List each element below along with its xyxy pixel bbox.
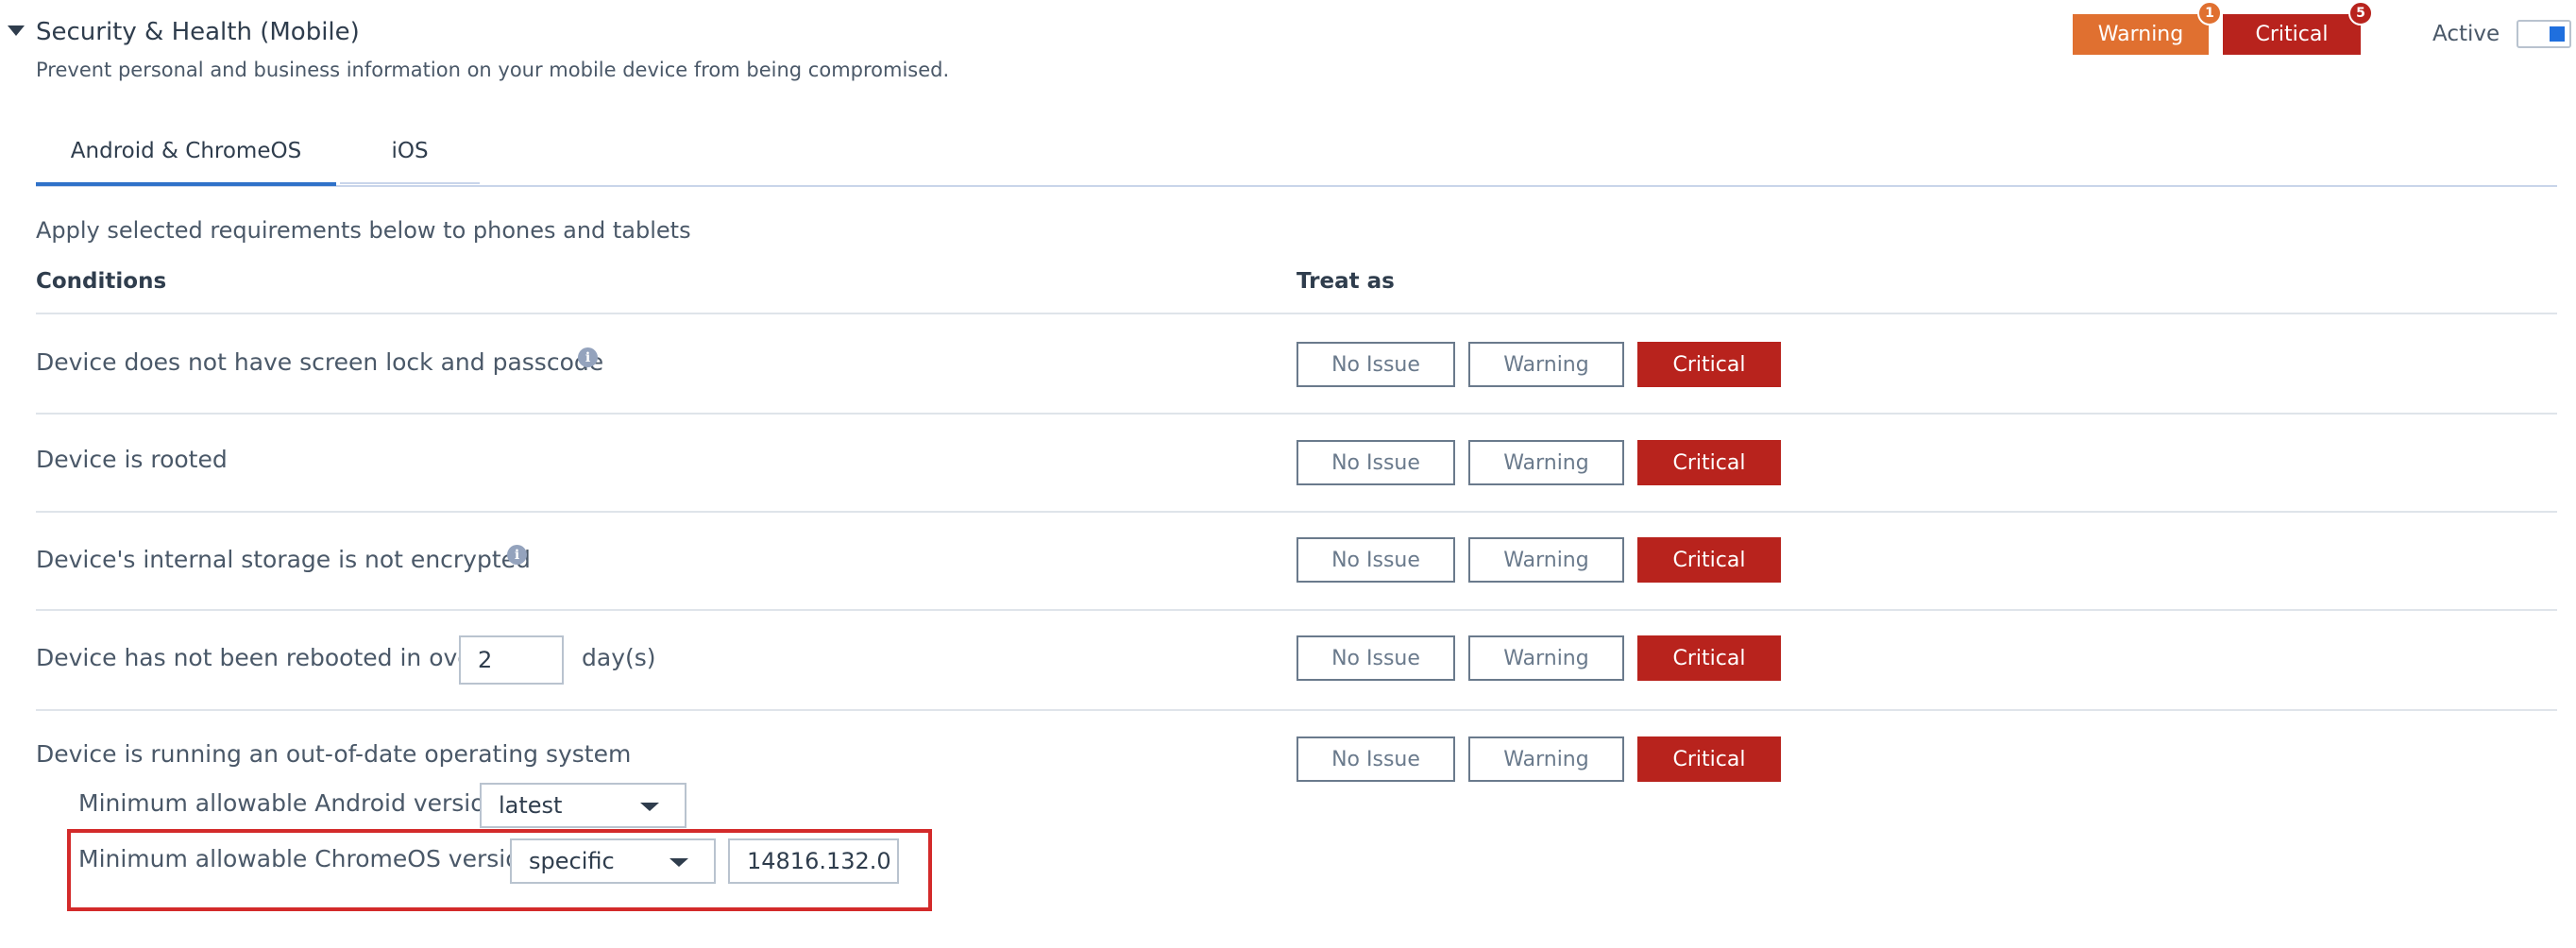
collapse-caret-icon[interactable] <box>8 25 25 36</box>
header-divider <box>36 313 2557 314</box>
encryption-warning-button[interactable]: Warning <box>1468 537 1624 583</box>
row-divider <box>36 609 2557 611</box>
android-version-label: Minimum allowable Android version <box>78 789 500 817</box>
android-version-value: latest <box>499 792 563 819</box>
section-description: Prevent personal and business informatio… <box>36 59 950 81</box>
row-divider <box>36 413 2557 415</box>
active-label: Active <box>2432 22 2500 46</box>
screen-lock-warning-button[interactable]: Warning <box>1468 342 1624 387</box>
os-version-no-issue-button[interactable]: No Issue <box>1296 736 1455 782</box>
info-icon[interactable]: i <box>507 545 527 565</box>
reboot-critical-button[interactable]: Critical <box>1637 635 1781 681</box>
row-divider <box>36 511 2557 513</box>
rooted-no-issue-button[interactable]: No Issue <box>1296 440 1455 485</box>
row-divider <box>36 709 2557 711</box>
encryption-no-issue-button[interactable]: No Issue <box>1296 537 1455 583</box>
reboot-days-input[interactable]: 2 <box>459 635 564 685</box>
rooted-critical-button[interactable]: Critical <box>1637 440 1781 485</box>
tab-active-underline <box>36 182 336 186</box>
info-icon[interactable]: i <box>578 347 598 367</box>
condition-label-os-version: Device is running an out-of-date operati… <box>36 740 632 768</box>
critical-count-badge: 5 <box>2348 1 2373 25</box>
warning-count-badge: 1 <box>2197 1 2222 25</box>
android-version-select[interactable]: latest <box>480 783 686 828</box>
os-version-critical-button[interactable]: Critical <box>1637 736 1781 782</box>
conditions-column-header: Conditions <box>36 269 167 294</box>
condition-label-screen-lock: Device does not have screen lock and pas… <box>36 348 604 376</box>
active-toggle[interactable] <box>2517 20 2571 48</box>
tab-ios[interactable]: iOS <box>340 117 480 185</box>
treat-as-column-header: Treat as <box>1296 269 1395 294</box>
highlight-box <box>67 829 932 911</box>
critical-summary-badge[interactable]: Critical <box>2223 14 2361 55</box>
os-version-warning-button[interactable]: Warning <box>1468 736 1624 782</box>
reboot-days-unit: day(s) <box>582 644 656 671</box>
screen-lock-no-issue-button[interactable]: No Issue <box>1296 342 1455 387</box>
apply-requirements-text: Apply selected requirements below to pho… <box>36 217 691 244</box>
section-title: Security & Health (Mobile) <box>36 18 360 46</box>
condition-label-encryption: Device's internal storage is not encrypt… <box>36 546 531 573</box>
tab-ios-underline <box>340 182 480 184</box>
toggle-knob <box>2550 26 2565 42</box>
screen-lock-critical-button[interactable]: Critical <box>1637 342 1781 387</box>
chevron-down-icon <box>640 803 659 811</box>
condition-label-rooted: Device is rooted <box>36 446 228 473</box>
warning-summary-badge[interactable]: Warning <box>2073 14 2209 55</box>
encryption-critical-button[interactable]: Critical <box>1637 537 1781 583</box>
reboot-no-issue-button[interactable]: No Issue <box>1296 635 1455 681</box>
condition-label-reboot: Device has not been rebooted in over <box>36 644 482 671</box>
rooted-warning-button[interactable]: Warning <box>1468 440 1624 485</box>
reboot-warning-button[interactable]: Warning <box>1468 635 1624 681</box>
tab-bar-divider <box>36 185 2557 187</box>
tab-android-chromeos[interactable]: Android & ChromeOS <box>36 117 336 185</box>
